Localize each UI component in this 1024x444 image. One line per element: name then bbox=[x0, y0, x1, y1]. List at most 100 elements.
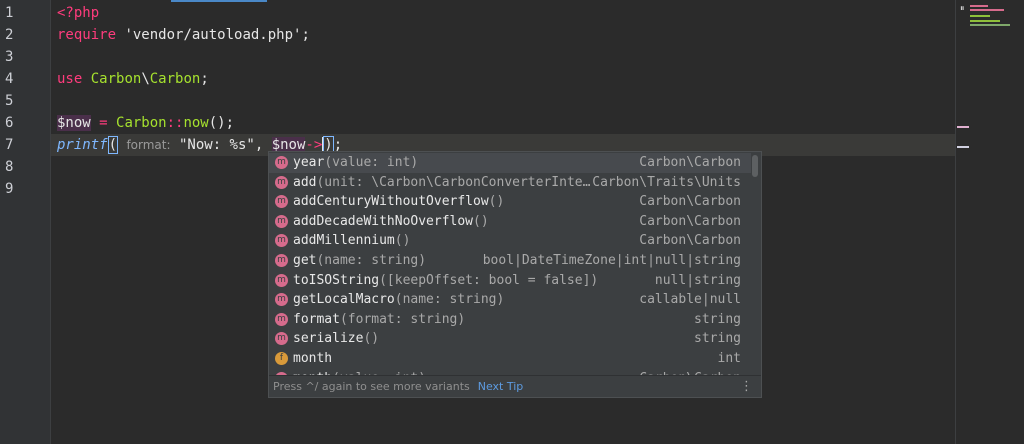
code-line[interactable] bbox=[51, 90, 955, 112]
method-icon: m bbox=[275, 293, 288, 307]
completion-name: addMillennium() bbox=[293, 233, 411, 249]
completion-item[interactable]: m add(unit: \Carbon\CarbonConverterInte… C… bbox=[269, 173, 751, 193]
method-icon: m bbox=[275, 156, 288, 169]
now-variable: $now bbox=[57, 115, 91, 131]
use-keyword: use bbox=[57, 71, 83, 87]
require-keyword: require bbox=[57, 27, 117, 43]
method-icon: m bbox=[275, 175, 288, 189]
php-open-tag: <?php bbox=[57, 5, 100, 21]
completion-type: string bbox=[694, 311, 741, 327]
minimap-line bbox=[970, 24, 1010, 26]
code-line[interactable]: use Carbon\Carbon; bbox=[51, 68, 955, 90]
autocomplete-popup[interactable]: m year(value: int) Carbon\Carbon m add(unit:… bbox=[268, 151, 762, 398]
completion-item[interactable]: m getLocalMacro(name: string) callable|nul… bbox=[269, 290, 751, 310]
completion-params: (value: int) bbox=[324, 155, 419, 170]
completion-name: serialize() bbox=[293, 331, 380, 347]
error-stripe-mark[interactable] bbox=[957, 126, 969, 128]
completion-params: () bbox=[473, 213, 489, 229]
completion-type: Carbon\Carbon bbox=[639, 233, 741, 249]
completion-type: Carbon\Traits\Units bbox=[592, 174, 741, 190]
completion-name: addDecadeWithNoOverflow() bbox=[293, 213, 489, 229]
call-end: (); bbox=[208, 115, 235, 131]
printf-function: printf bbox=[57, 137, 108, 153]
completion-params: (name: string) bbox=[394, 292, 505, 308]
assign-operator: = bbox=[90, 115, 117, 131]
carbon-class: Carbon bbox=[116, 115, 167, 131]
namespace-name: Carbon bbox=[90, 71, 142, 87]
completion-name: get(name: string) bbox=[293, 253, 427, 268]
completion-name: year(value: int) bbox=[293, 155, 419, 170]
footer-hint-text: Press ^/ again to see more variants bbox=[273, 380, 470, 393]
completion-type: int bbox=[717, 351, 741, 366]
code-line[interactable]: <?php bbox=[51, 2, 955, 24]
completion-params: () bbox=[394, 233, 411, 249]
completion-name: getLocalMacro(name: string) bbox=[293, 292, 505, 308]
completion-item[interactable]: m year(value: int) Carbon\Carbon bbox=[269, 153, 751, 173]
next-tip-link[interactable]: Next Tip bbox=[478, 380, 524, 393]
line-number: 9 bbox=[5, 181, 14, 197]
completion-type: bool|DateTimeZone|int|null|string bbox=[482, 253, 741, 268]
semicolon: ; bbox=[200, 71, 209, 87]
completion-type: Carbon\Carbon bbox=[639, 213, 741, 229]
namespace-separator: \ bbox=[141, 71, 150, 87]
line-number: 2 bbox=[5, 27, 14, 43]
completion-params: ([keepOffset: bool = false]) bbox=[379, 272, 599, 288]
completion-name: month bbox=[293, 351, 333, 366]
line-number: 6 bbox=[5, 115, 14, 131]
completion-type: callable|null bbox=[639, 292, 741, 308]
completion-item[interactable]: m get(name: string) bool|DateTimeZone|int|… bbox=[269, 251, 751, 271]
completion-item[interactable]: m toISOString([keepOffset: bool = false])… bbox=[269, 271, 751, 291]
completion-params: () bbox=[488, 194, 505, 210]
completion-item[interactable]: m format(format: string) string bbox=[269, 310, 751, 330]
line-number: 7 bbox=[5, 137, 14, 153]
completion-type: Carbon\Carbon bbox=[639, 194, 741, 210]
completion-item[interactable]: m serialize() string bbox=[269, 329, 751, 349]
code-line[interactable]: require 'vendor/autoload.php'; bbox=[51, 24, 955, 46]
line-number: 8 bbox=[5, 159, 14, 175]
static-operator: :: bbox=[166, 115, 184, 131]
minimap-line bbox=[970, 20, 1000, 22]
minimap-line bbox=[970, 15, 990, 17]
more-options-icon[interactable]: ⋮ bbox=[740, 376, 753, 398]
completion-name: addCenturyWithoutOverflow() bbox=[293, 194, 505, 210]
completion-item[interactable]: m addDecadeWithNoOverflow() Carbon\Carbon bbox=[269, 212, 751, 232]
format-string: "Now: %s" bbox=[178, 137, 255, 153]
open-paren: ( bbox=[107, 136, 119, 154]
completion-params: (format: string) bbox=[339, 311, 466, 327]
method-icon: m bbox=[275, 332, 288, 346]
line-number: 5 bbox=[5, 93, 14, 109]
popup-footer: Press ^/ again to see more variants Next … bbox=[269, 375, 761, 397]
pause-icon[interactable]: ⏸ bbox=[960, 4, 965, 14]
completion-item[interactable]: f month int bbox=[269, 349, 751, 369]
completion-name: format(format: string) bbox=[293, 311, 466, 327]
completion-item[interactable]: m addMillennium() Carbon\Carbon bbox=[269, 231, 751, 251]
method-icon: m bbox=[275, 273, 288, 287]
method-icon: m bbox=[275, 195, 288, 209]
line-number: 3 bbox=[5, 49, 14, 65]
minimap-strip[interactable]: ⏸ bbox=[955, 0, 1024, 444]
completion-item[interactable]: m addCenturyWithoutOverflow() Carbon\Carbo… bbox=[269, 192, 751, 212]
class-name: Carbon bbox=[149, 71, 201, 87]
line-number-gutter: 1 2 3 4 5 6 7 8 9 bbox=[0, 0, 51, 444]
method-icon: m bbox=[275, 254, 288, 267]
minimap-line bbox=[970, 9, 1004, 11]
completion-params: () bbox=[363, 331, 380, 347]
completion-type: string bbox=[694, 331, 741, 347]
code-line[interactable] bbox=[51, 46, 955, 68]
method-icon: m bbox=[275, 234, 288, 248]
field-icon: f bbox=[275, 352, 288, 365]
method-icon: m bbox=[275, 214, 288, 228]
parameter-hint: format: bbox=[126, 138, 171, 152]
code-line[interactable]: $now = Carbon::now(); bbox=[51, 112, 955, 134]
completion-name: add(unit: \Carbon\CarbonConverterInte… bbox=[293, 174, 591, 190]
completion-type: null|string bbox=[654, 272, 741, 288]
completion-params: (unit: \Carbon\CarbonConverterInte… bbox=[316, 174, 591, 190]
error-stripe-mark[interactable] bbox=[957, 146, 969, 148]
completion-name: toISOString([keepOffset: bool = false]) bbox=[293, 272, 599, 288]
method-icon: m bbox=[275, 312, 288, 326]
now-method: now bbox=[183, 115, 209, 131]
line-number: 1 bbox=[5, 5, 14, 21]
line-number: 4 bbox=[5, 71, 14, 87]
completion-type: Carbon\Carbon bbox=[639, 155, 741, 170]
completion-params: (name: string) bbox=[316, 253, 427, 268]
